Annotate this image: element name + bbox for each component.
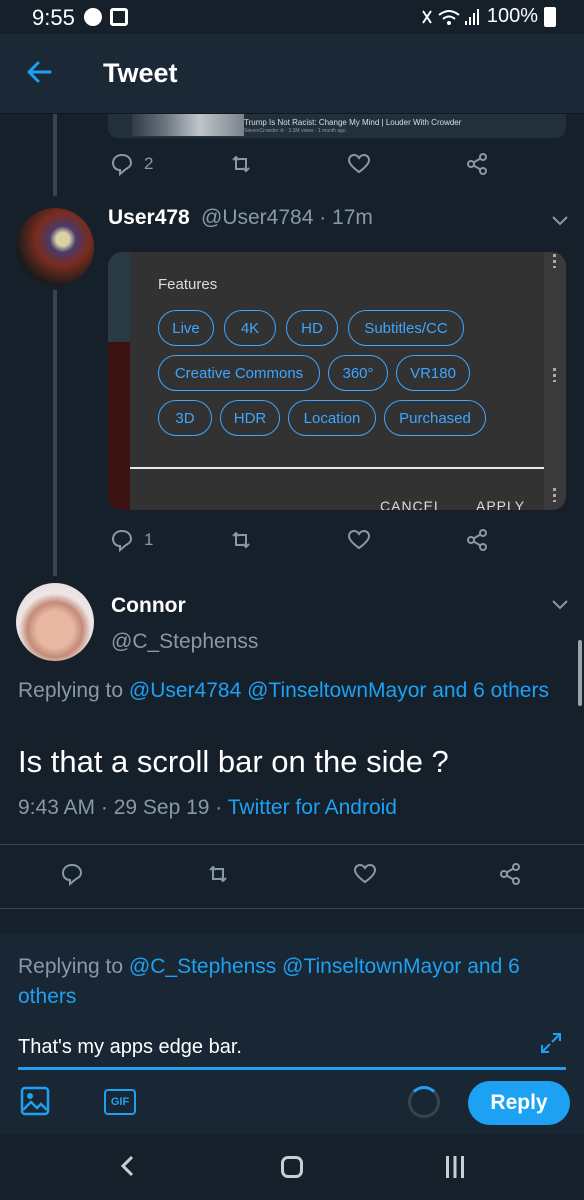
replying-to: Replying to @User4784 @TinseltownMayor a… <box>18 679 549 702</box>
status-bar: 9:55 100% <box>0 0 584 34</box>
chip: Subtitles/CC <box>348 310 464 346</box>
nav-recent-apps-icon[interactable] <box>444 1156 466 1178</box>
retweet-icon <box>209 865 227 883</box>
chevron-down-icon[interactable] <box>550 214 570 228</box>
tweet-actions <box>0 862 584 890</box>
attached-screenshot[interactable]: Features Live 4K HD Subtitles/CC Creativ… <box>108 252 566 510</box>
signal-wifi-icon <box>422 8 479 25</box>
video-thumbnail <box>132 114 244 136</box>
tweet-meta: 9:43 AM · 29 Sep 19 · Twitter for Androi… <box>18 796 397 819</box>
system-navigation-bar <box>0 1134 584 1200</box>
user-name[interactable]: Connor <box>111 594 186 618</box>
like-action[interactable] <box>353 862 377 886</box>
heart-icon <box>347 529 371 550</box>
reply-action[interactable] <box>60 862 84 886</box>
reply-icon <box>61 863 83 886</box>
chip: 360° <box>328 355 388 391</box>
reply-action[interactable]: 2 <box>110 152 153 176</box>
edge-panel-handle[interactable] <box>578 640 582 706</box>
page-title: Tweet <box>103 58 178 88</box>
tweet-source-link[interactable]: Twitter for Android <box>228 796 397 819</box>
chip: 3D <box>158 400 212 436</box>
nav-back-icon[interactable] <box>118 1154 138 1178</box>
reply-action[interactable]: 1 <box>110 528 153 552</box>
avatar[interactable] <box>16 583 94 661</box>
like-action[interactable] <box>347 152 371 176</box>
status-time: 9:55 <box>32 5 75 30</box>
share-action[interactable] <box>465 152 489 176</box>
image-icon[interactable] <box>20 1086 50 1116</box>
user-name[interactable]: User478 <box>108 206 190 230</box>
video-meta: StevenCrowder ⊘ · 3.3M views · 1 month a… <box>244 128 346 134</box>
dialog-cancel-button: CANCEL <box>380 498 443 510</box>
chip: Live <box>158 310 214 346</box>
chip: HDR <box>220 400 280 436</box>
battery-percent: 100% <box>486 5 538 27</box>
chevron-down-icon[interactable] <box>550 598 570 612</box>
message-notification-icon <box>84 8 102 26</box>
divider <box>0 908 584 909</box>
reply-text-input[interactable]: That's my apps edge bar. <box>18 1034 566 1070</box>
embedded-video-card[interactable]: Trump Is Not Racist: Change My Mind | Lo… <box>108 114 566 138</box>
chip: Creative Commons <box>158 355 320 391</box>
share-icon <box>467 153 487 175</box>
app-notification-icon <box>110 8 128 26</box>
battery-icon <box>544 6 556 27</box>
tweet-actions: 1 <box>0 528 584 556</box>
dialog-apply-button: APPLY <box>476 498 526 510</box>
gif-icon[interactable]: GIF <box>104 1089 136 1115</box>
chip: Purchased <box>384 400 486 436</box>
chip: VR180 <box>396 355 470 391</box>
share-icon <box>500 863 520 885</box>
expand-icon[interactable] <box>538 1030 564 1056</box>
chip: 4K <box>224 310 276 346</box>
user-handle[interactable]: @User4784 · 17m <box>201 206 373 230</box>
video-title: Trump Is Not Racist: Change My Mind | Lo… <box>244 118 462 127</box>
heart-icon <box>353 863 377 884</box>
like-action[interactable] <box>347 528 371 552</box>
user-handle[interactable]: @C_Stephenss <box>111 630 258 654</box>
back-arrow-icon[interactable] <box>24 56 56 88</box>
retweet-icon <box>232 531 250 549</box>
retweet-action[interactable] <box>206 862 230 886</box>
reply-icon <box>111 153 133 176</box>
reply-button[interactable]: Reply <box>468 1081 570 1125</box>
chip: HD <box>286 310 338 346</box>
reply-count: 1 <box>144 530 154 549</box>
character-count-indicator <box>408 1086 440 1118</box>
app-header: Tweet <box>0 34 584 114</box>
share-action[interactable] <box>498 862 522 886</box>
avatar[interactable] <box>16 208 94 286</box>
tweet-actions: 2 <box>0 152 584 180</box>
nav-home-icon[interactable] <box>281 1156 303 1178</box>
heart-icon <box>347 153 371 174</box>
reply-count: 2 <box>144 154 154 173</box>
tweet-text: Is that a scroll bar on the side ? <box>18 744 449 779</box>
replying-to-links[interactable]: @User4784 @TinseltownMayor and 6 others <box>129 679 549 702</box>
share-action[interactable] <box>465 528 489 552</box>
compose-replying-to: Replying to @C_Stephenss @TinseltownMayo… <box>18 955 520 1008</box>
retweet-icon <box>232 155 250 173</box>
retweet-action[interactable] <box>229 528 253 552</box>
dialog-title: Features <box>158 276 218 293</box>
reply-icon <box>111 529 133 552</box>
share-icon <box>467 529 487 551</box>
features-dialog: Features Live 4K HD Subtitles/CC Creativ… <box>130 252 544 510</box>
chip: Location <box>288 400 376 436</box>
retweet-action[interactable] <box>229 152 253 176</box>
divider <box>0 844 584 845</box>
